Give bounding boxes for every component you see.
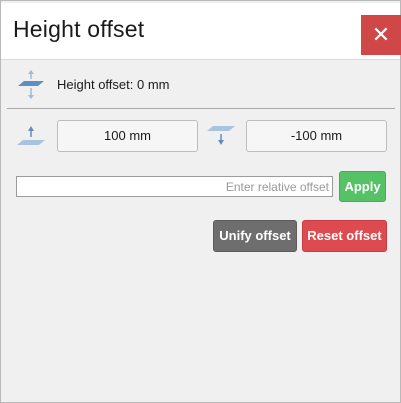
height-offset-readout: Height offset: 0 mm: [57, 77, 170, 92]
section-divider: [7, 108, 395, 109]
close-icon: ✕: [371, 22, 391, 47]
relative-offset-input[interactable]: [16, 176, 333, 197]
reset-offset-label: Reset offset: [307, 228, 382, 243]
lower-100mm-button[interactable]: -100 mm: [246, 120, 387, 152]
dialog-title: Height offset: [13, 16, 145, 42]
reset-offset-button[interactable]: Reset offset: [302, 220, 387, 252]
raise-button-label: 100 mm: [104, 128, 151, 143]
unify-offset-label: Unify offset: [219, 228, 291, 243]
raise-plane-icon: [17, 126, 45, 145]
close-button[interactable]: ✕: [361, 15, 401, 55]
height-offset-icon: [18, 70, 44, 99]
height-offset-dialog: Height offset ✕ Height offset: 0 mm 100 …: [0, 0, 401, 403]
unify-offset-button[interactable]: Unify offset: [213, 220, 297, 252]
title-bar: Height offset ✕: [1, 3, 401, 60]
apply-button-label: Apply: [344, 179, 381, 194]
lower-button-label: -100 mm: [290, 128, 343, 143]
lower-plane-icon: [207, 126, 235, 145]
raise-100mm-button[interactable]: 100 mm: [57, 120, 198, 152]
apply-button[interactable]: Apply: [339, 171, 386, 202]
